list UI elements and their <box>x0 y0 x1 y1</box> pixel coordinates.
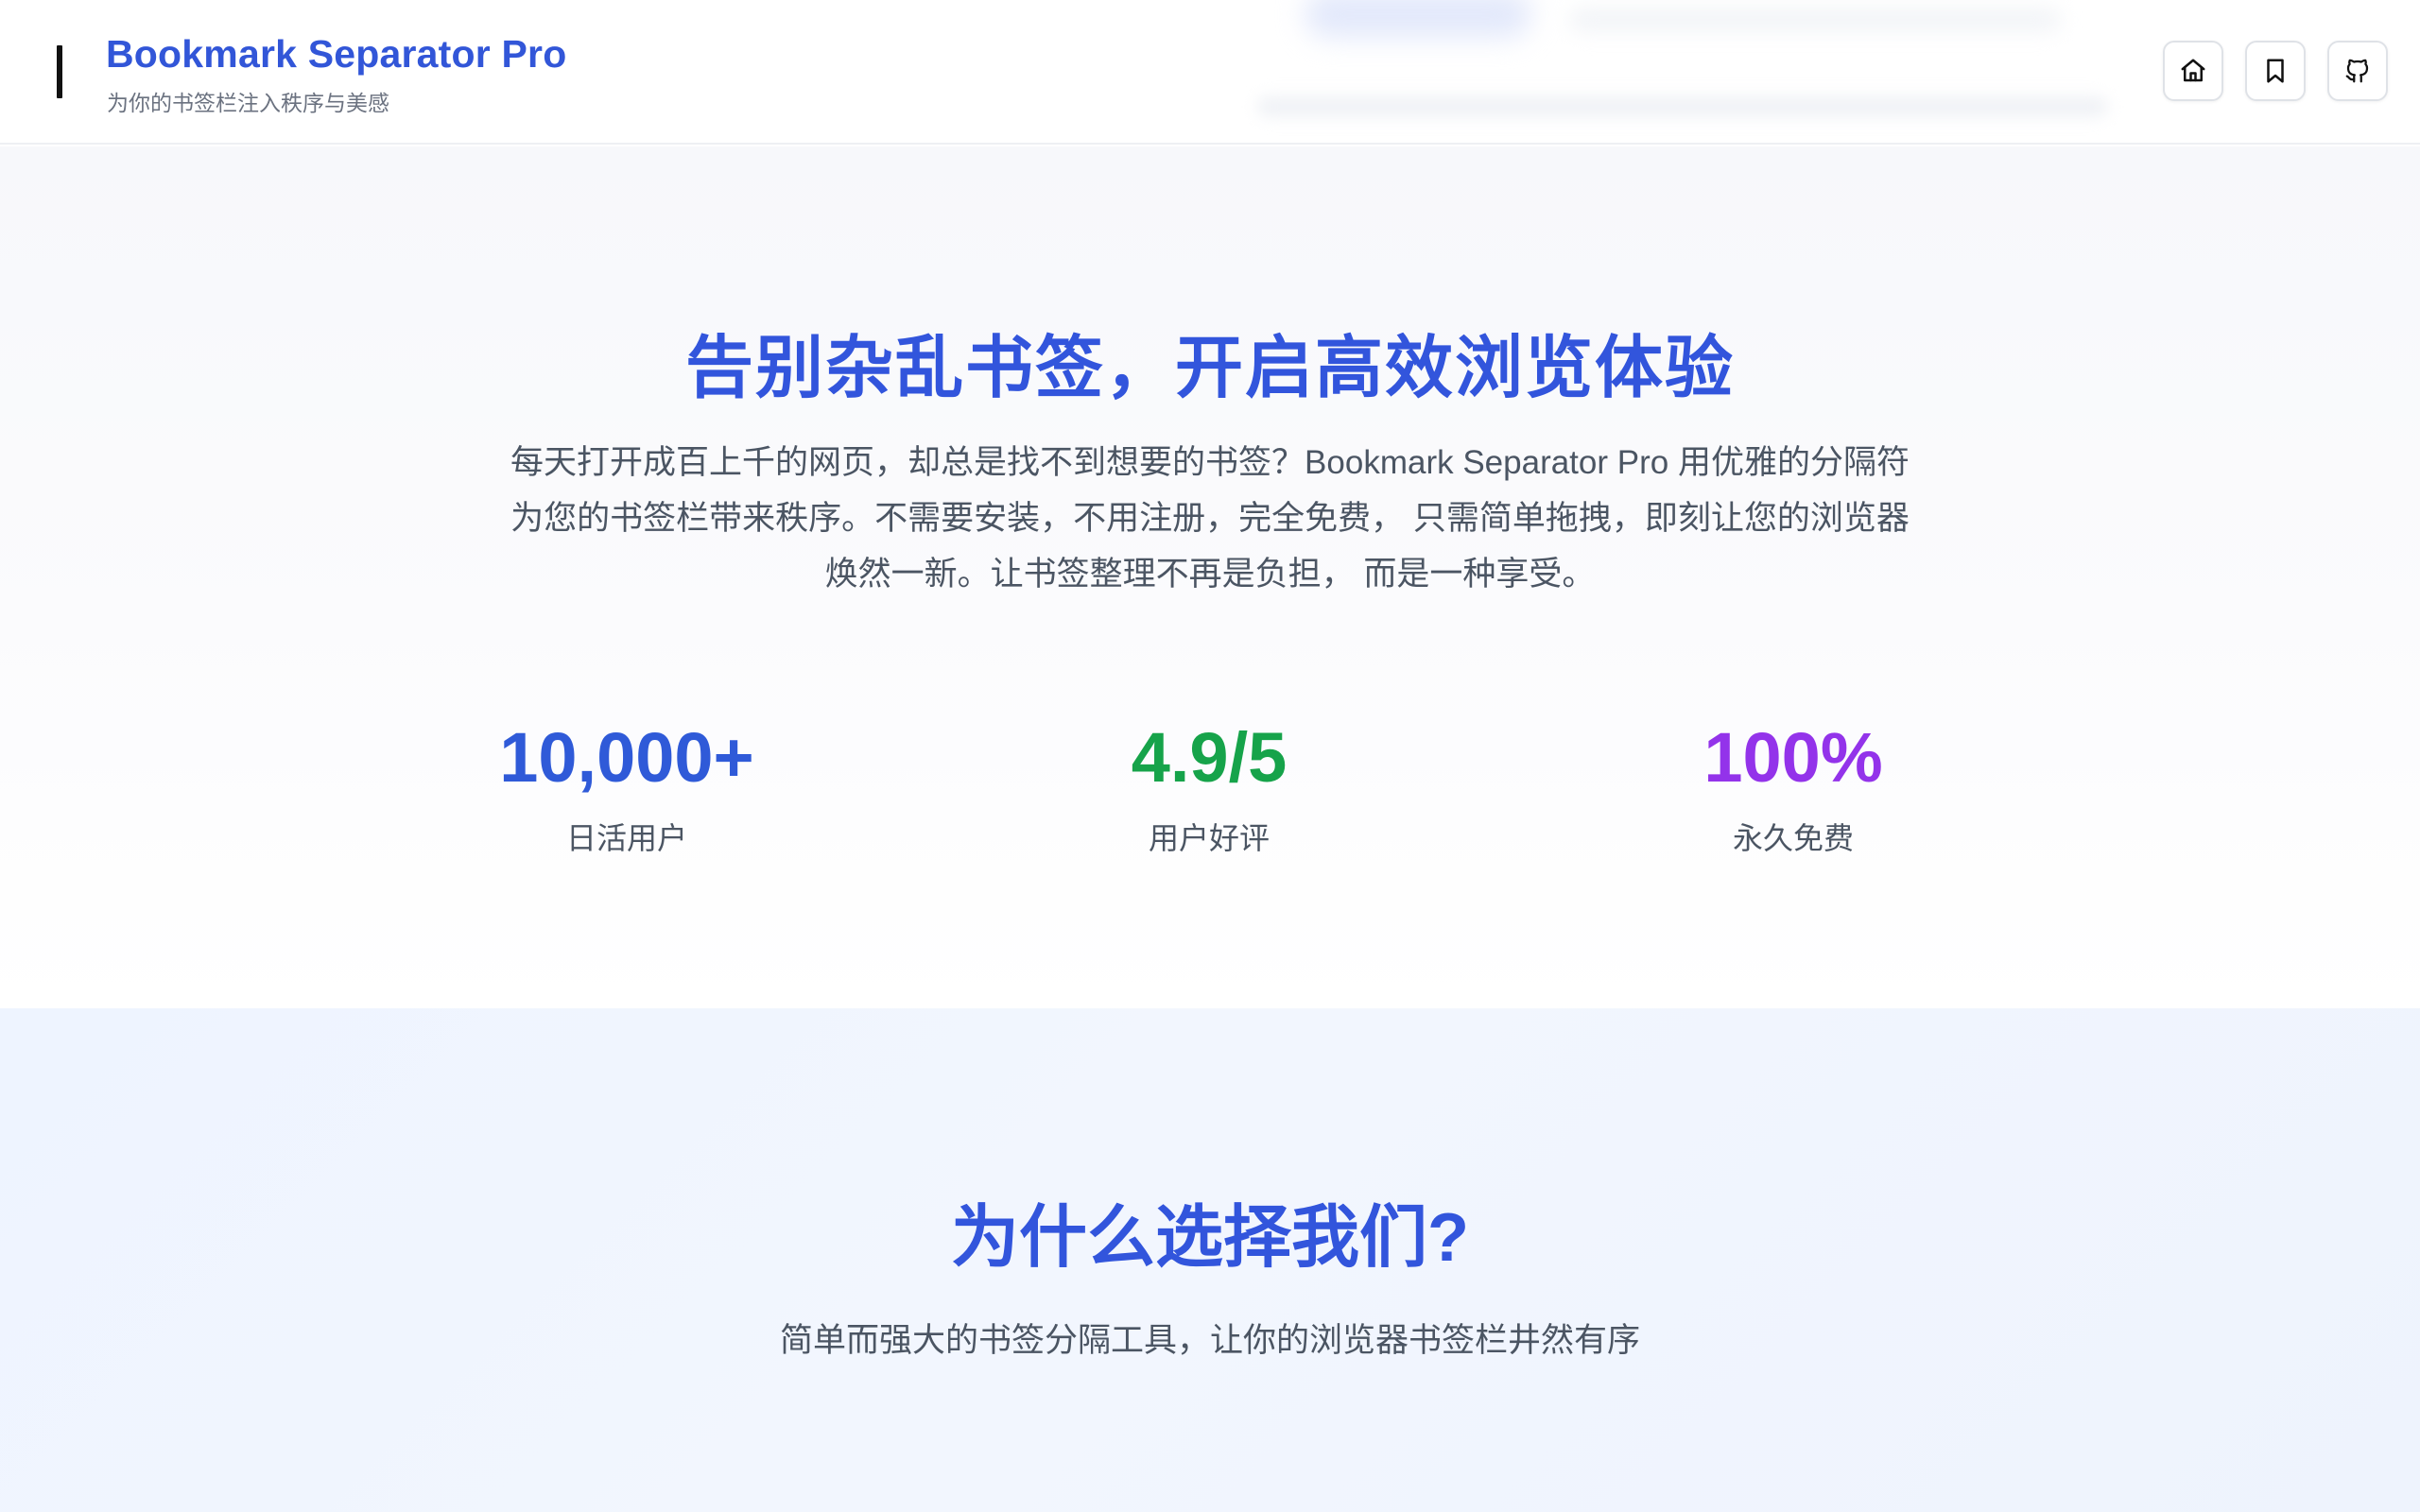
stat-label: 日活用户 <box>565 821 687 855</box>
stat-user-rating: 4.9/5 用户好评 <box>1001 718 1417 858</box>
stat-daily-users: 10,000+ 日活用户 <box>419 718 835 858</box>
home-icon <box>2181 59 2205 82</box>
brand-subtitle: 为你的书签栏注入秩序与美感 <box>107 91 389 115</box>
header-blurred-background <box>1229 0 2155 142</box>
brand-title[interactable]: Bookmark Separator Pro <box>106 32 566 77</box>
stat-value: 4.9/5 <box>1131 718 1288 797</box>
bookmark-icon <box>2267 59 2284 83</box>
hero-description-line: 为您的书签栏带来秩序。不需要安装，不用注册，完全免费， 只需简单拖拽，即刻让您的… <box>510 500 1910 537</box>
hero-title: 告别杂乱书签，开启高效浏览体验 <box>684 331 1735 406</box>
top-header: Bookmark Separator Pro 为你的书签栏注入秩序与美感 <box>0 0 2420 145</box>
why-subtitle: 简单而强大的书签分隔工具，让你的浏览器书签栏井然有序 <box>779 1322 1640 1359</box>
stat-value: 10,000+ <box>499 718 754 797</box>
hero-description-line: 焕然一新。让书签整理不再是负担， 而是一种享受。 <box>824 556 1596 593</box>
github-button[interactable] <box>2327 41 2388 101</box>
home-button[interactable] <box>2163 41 2223 101</box>
bookmarks-button[interactable] <box>2245 41 2306 101</box>
brand-accent-bar <box>57 45 62 98</box>
stat-free-forever: 100% 永久免费 <box>1585 718 2001 858</box>
stat-label: 用户好评 <box>1148 821 1270 855</box>
stat-value: 100% <box>1703 718 1883 797</box>
why-title: 为什么选择我们? <box>951 1200 1469 1276</box>
stat-label: 永久免费 <box>1732 821 1854 855</box>
github-icon <box>2345 59 2369 83</box>
hero-description: 每天打开成百上千的网页，却总是找不到想要的书签？Bookmark Separat… <box>482 435 1938 602</box>
hero-description-line: 每天打开成百上千的网页，却总是找不到想要的书签？Bookmark Separat… <box>510 444 1910 481</box>
